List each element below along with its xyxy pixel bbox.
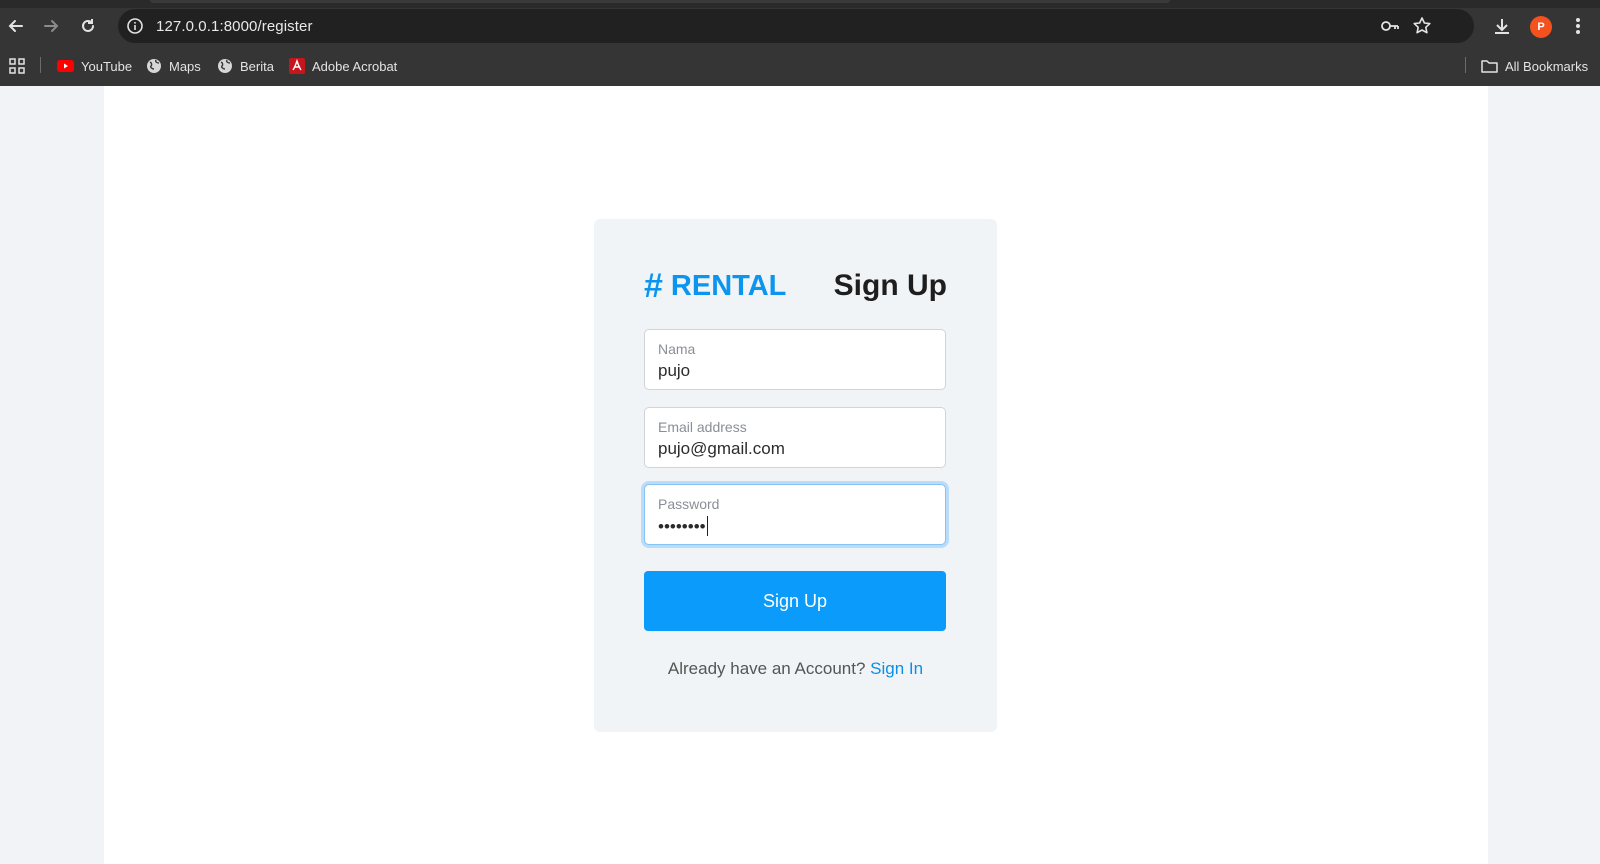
bookmark-label: Adobe Acrobat xyxy=(312,58,398,74)
signin-link[interactable]: Sign In xyxy=(870,659,923,678)
downloads-button[interactable] xyxy=(1490,14,1514,38)
password-label: Password xyxy=(658,496,720,512)
page-viewport: # RENTAL Sign Up Nama pujo Email address… xyxy=(0,86,1600,864)
download-icon xyxy=(1495,19,1509,34)
name-input[interactable]: pujo xyxy=(658,361,690,381)
name-label: Nama xyxy=(658,341,696,357)
name-field[interactable]: Nama pujo xyxy=(644,329,946,390)
email-field[interactable]: Email address pujo@gmail.com xyxy=(644,407,946,468)
password-dots: •••••••• xyxy=(658,517,706,536)
email-label: Email address xyxy=(658,419,747,435)
forward-arrow-icon xyxy=(44,20,59,32)
bookmark-label: YouTube xyxy=(81,58,133,74)
page-title: Sign Up xyxy=(833,269,947,302)
bookmark-adobe-acrobat[interactable]: Adobe Acrobat xyxy=(289,55,397,77)
back-arrow-icon xyxy=(8,20,23,32)
password-input[interactable]: •••••••• xyxy=(658,516,708,537)
site-info-icon[interactable] xyxy=(126,17,144,35)
signin-prompt: Already have an Account? Sign In xyxy=(594,659,997,679)
browser-menu-button[interactable] xyxy=(1566,14,1590,38)
all-bookmarks-label: All Bookmarks xyxy=(1505,58,1589,74)
signup-card: # RENTAL Sign Up Nama pujo Email address… xyxy=(594,219,997,732)
bookmark-youtube[interactable]: YouTube xyxy=(57,55,132,77)
text-caret xyxy=(706,516,708,536)
reload-button[interactable] xyxy=(76,14,100,38)
back-button[interactable] xyxy=(4,14,28,38)
hash-icon: # xyxy=(644,267,663,305)
address-bar[interactable]: 127.0.0.1:8000/register xyxy=(118,9,1474,43)
kebab-menu-icon xyxy=(1576,18,1580,34)
tab-strip xyxy=(0,0,1600,8)
active-tab-indicator xyxy=(150,0,1170,3)
apps-grid-icon xyxy=(9,58,25,74)
email-input[interactable]: pujo@gmail.com xyxy=(658,439,785,459)
signup-button[interactable]: Sign Up xyxy=(644,571,946,631)
globe-icon xyxy=(147,59,161,73)
bookmarks-divider xyxy=(40,57,41,73)
bookmark-maps[interactable]: Maps xyxy=(146,55,201,77)
forward-button[interactable] xyxy=(39,14,63,38)
password-key-icon[interactable] xyxy=(1380,16,1400,36)
password-field[interactable]: Password •••••••• xyxy=(644,484,946,545)
acrobat-icon xyxy=(289,58,305,74)
brand-logo[interactable]: # RENTAL xyxy=(644,269,786,303)
globe-icon xyxy=(218,59,232,73)
bookmark-label: Maps xyxy=(169,58,201,74)
browser-chrome: 127.0.0.1:8000/register P YouTube Maps B… xyxy=(0,0,1600,86)
brand-name: RENTAL xyxy=(670,269,787,302)
page-container: # RENTAL Sign Up Nama pujo Email address… xyxy=(104,86,1488,864)
all-bookmarks-button[interactable]: All Bookmarks xyxy=(1481,55,1588,77)
folder-icon xyxy=(1481,60,1498,73)
url-text[interactable]: 127.0.0.1:8000/register xyxy=(156,18,313,35)
signin-prompt-text: Already have an Account? xyxy=(667,659,866,678)
bookmarks-bar: YouTube Maps Berita Adobe Acrobat All Bo… xyxy=(0,52,1600,78)
youtube-icon xyxy=(57,60,74,72)
apps-button[interactable] xyxy=(9,55,25,77)
reload-icon xyxy=(82,19,94,32)
bookmark-berita[interactable]: Berita xyxy=(217,55,274,77)
profile-avatar[interactable]: P xyxy=(1530,16,1552,38)
bookmark-label: Berita xyxy=(240,58,274,74)
bookmarks-divider xyxy=(1465,57,1466,73)
bookmark-star-icon[interactable] xyxy=(1412,16,1432,36)
